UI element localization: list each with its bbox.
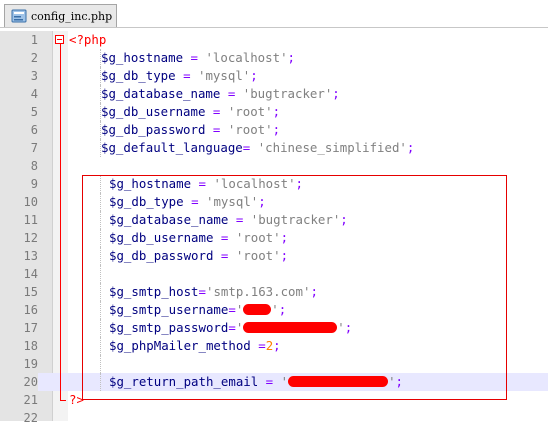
line-number: 15 (23, 285, 38, 299)
code-line[interactable]: 3 $g_db_type = 'mysql'; (0, 67, 548, 85)
indent-guide (100, 139, 101, 157)
line-number: 6 (30, 123, 38, 137)
code-line[interactable]: 1 <?php (0, 31, 548, 49)
tab-bar: config_inc.php (0, 0, 548, 28)
tab-label: config_inc.php (31, 10, 113, 23)
line-number: 9 (30, 177, 38, 191)
code-line[interactable]: 2 $g_hostname = 'localhost'; (0, 49, 548, 67)
indent-guide (100, 121, 101, 139)
line-number: 5 (30, 105, 38, 119)
file-tab[interactable]: config_inc.php (4, 4, 117, 27)
line-number: 12 (23, 231, 38, 245)
indent-guide (100, 103, 101, 121)
line-number: 13 (23, 249, 38, 263)
line-number: 17 (23, 321, 38, 335)
line-number: 22 (23, 411, 38, 425)
code-text: $g_database_name = 'bugtracker'; (101, 86, 340, 101)
annotation-highlight-box (82, 175, 507, 400)
line-number: 14 (23, 267, 38, 281)
code-line[interactable]: 8 (0, 157, 548, 175)
indent-guide (100, 85, 101, 103)
line-number: 1 (30, 33, 38, 47)
code-line[interactable]: 4 $g_database_name = 'bugtracker'; (0, 85, 548, 103)
indent-guide (100, 67, 101, 85)
code-text: $g_hostname = 'localhost'; (101, 50, 295, 65)
code-text: $g_db_username = 'root'; (101, 104, 281, 119)
code-text: $g_db_type = 'mysql'; (101, 68, 258, 83)
line-number: 20 (0, 373, 38, 391)
code-line[interactable]: 6 $g_db_password = 'root'; (0, 121, 548, 139)
line-number: 16 (23, 303, 38, 317)
line-number: 10 (23, 195, 38, 209)
fold-range-line (60, 44, 61, 400)
fold-end-marker (60, 400, 66, 401)
line-number: 21 (23, 393, 38, 407)
code-line[interactable]: 7 $g_default_language= 'chinese_simplifie… (0, 139, 548, 157)
code-text: $g_default_language= 'chinese_simplified… (101, 140, 415, 155)
code-text: $g_db_password = 'root'; (101, 122, 281, 137)
line-number: 8 (30, 159, 38, 173)
line-number: 4 (30, 87, 38, 101)
line-number: 19 (23, 357, 38, 371)
code-editor[interactable]: 1 <?php 2 $g_hostname = 'localhost'; 3 $g_db_… (0, 31, 548, 425)
code-text: <?php (69, 32, 107, 47)
line-number: 18 (23, 339, 38, 353)
line-number: 7 (30, 141, 38, 155)
line-number: 3 (30, 69, 38, 83)
fold-toggle-icon[interactable] (55, 35, 64, 44)
php-file-icon (11, 9, 27, 23)
indent-guide (100, 49, 101, 67)
code-line[interactable]: 22 (0, 409, 548, 427)
line-number: 11 (23, 213, 38, 227)
code-line[interactable]: 5 $g_db_username = 'root'; (0, 103, 548, 121)
line-number: 2 (30, 51, 38, 65)
